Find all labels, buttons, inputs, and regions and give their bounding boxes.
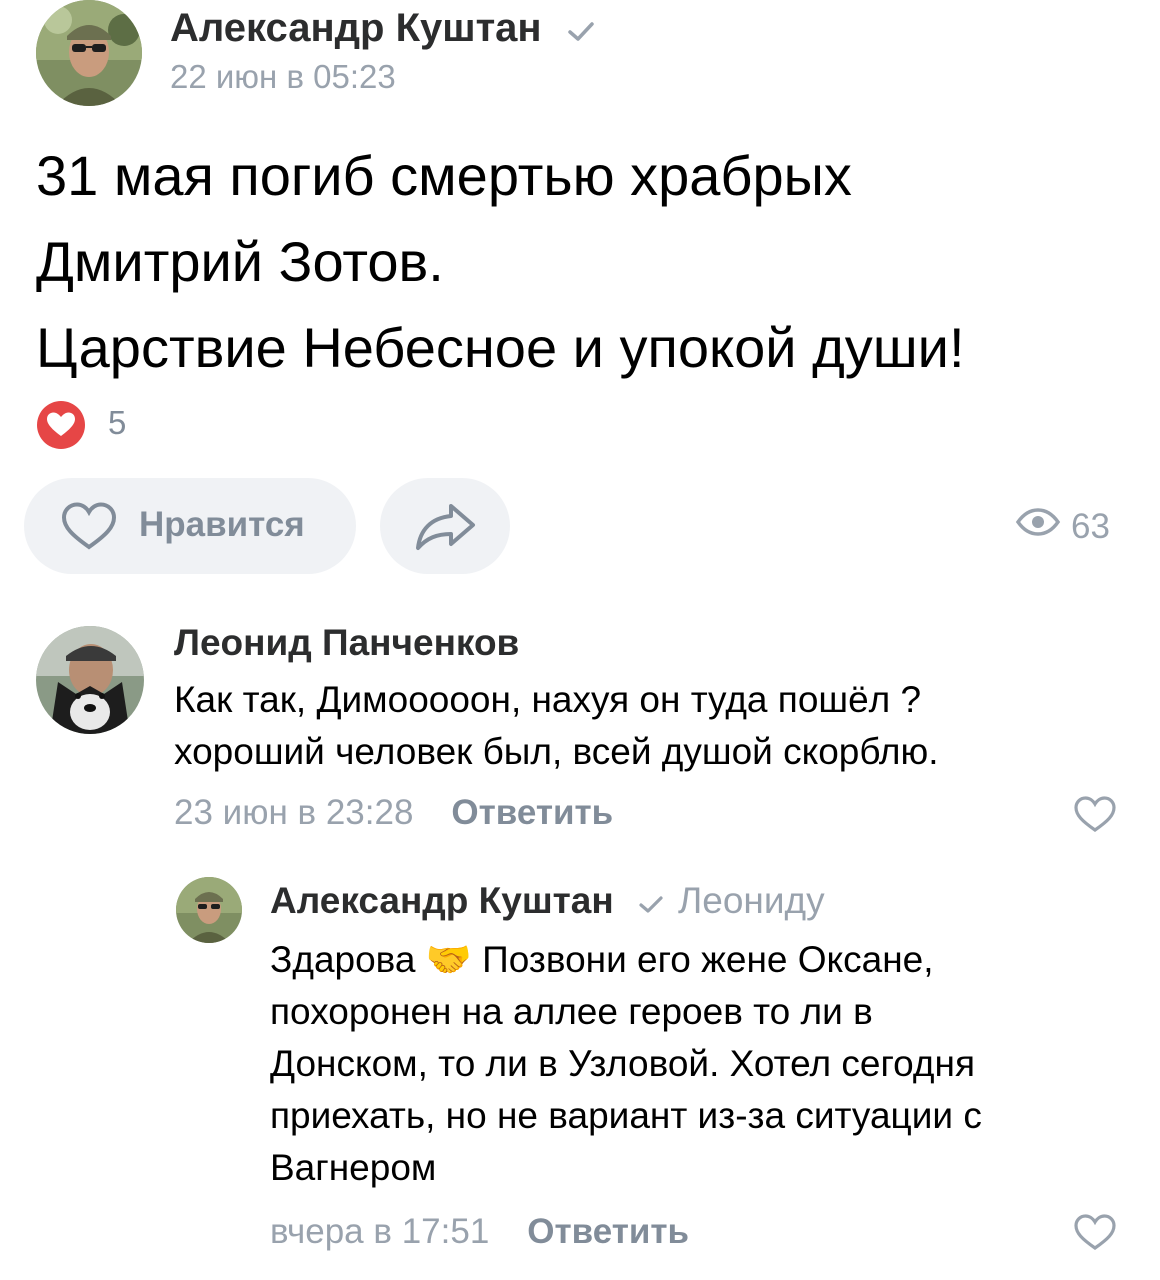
- reply-text-line: приехать, но не вариант из-за ситуации с: [270, 1095, 982, 1136]
- heart-outline-icon: [59, 500, 119, 557]
- post-author-avatar[interactable]: [36, 0, 142, 106]
- post-text: 31 мая погиб смертью храбрых Дмитрий Зот…: [36, 133, 965, 391]
- comment-text: Как так, Димооооон, нахуя он туда пошёл …: [174, 674, 939, 778]
- reply-to-name[interactable]: Леониду: [678, 880, 825, 921]
- post-author-name[interactable]: Александр Куштан: [170, 6, 595, 53]
- views-counter: 63: [1015, 507, 1110, 547]
- post-date[interactable]: 22 июн в 05:23: [170, 58, 396, 96]
- eye-icon: [1015, 506, 1061, 546]
- like-button-label: Нравится: [139, 505, 305, 544]
- post-text-line: Дмитрий Зотов.: [36, 230, 444, 293]
- share-button[interactable]: [380, 478, 510, 574]
- reply-text-line: Донском, то ли в Узловой. Хотел сегодня: [270, 1043, 975, 1084]
- reply-button[interactable]: Ответить: [451, 793, 613, 832]
- checkmark-icon: [638, 882, 664, 924]
- reply-text-line: похоронен на аллее героев то ли в: [270, 991, 873, 1032]
- reply-date[interactable]: вчера в 17:51: [270, 1212, 489, 1251]
- comment-author-name[interactable]: Леонид Панченков: [174, 622, 519, 664]
- heart-icon[interactable]: [36, 400, 86, 455]
- comment-text-line: Как так, Димооооон, нахуя он туда пошёл …: [174, 679, 922, 720]
- post-author-name-text[interactable]: Александр Куштан: [170, 6, 542, 50]
- reply-author-line: Александр Куштан Леониду: [270, 880, 825, 924]
- reply-author-avatar[interactable]: [176, 877, 242, 943]
- post-text-line: Царствие Небесное и упокой души!: [36, 316, 965, 379]
- comment-like-icon[interactable]: [1072, 794, 1118, 839]
- like-button[interactable]: Нравится: [24, 478, 356, 574]
- share-arrow-icon: [413, 500, 477, 557]
- views-count: 63: [1071, 507, 1110, 546]
- comment-text-line: хороший человек был, всей душой скорблю.: [174, 731, 939, 772]
- comment-author-avatar[interactable]: [36, 626, 144, 734]
- comment-meta: 23 июн в 23:28 Ответить: [174, 793, 613, 833]
- checkmark-icon: [567, 8, 595, 53]
- comment-date[interactable]: 23 июн в 23:28: [174, 793, 413, 832]
- reply-meta: вчера в 17:51 Ответить: [270, 1212, 689, 1252]
- reaction-count[interactable]: 5: [108, 404, 126, 442]
- reply-author-name[interactable]: Александр Куштан: [270, 880, 614, 921]
- reply-button[interactable]: Ответить: [527, 1212, 689, 1251]
- reply-text-line: Здарова 🤝 Позвони его жене Оксане,: [270, 939, 934, 980]
- reply-like-icon[interactable]: [1072, 1212, 1118, 1257]
- reply-text: Здарова 🤝 Позвони его жене Оксане, похор…: [270, 934, 982, 1194]
- reply-text-line: Вагнером: [270, 1147, 437, 1188]
- post-text-line: 31 мая погиб смертью храбрых: [36, 144, 852, 207]
